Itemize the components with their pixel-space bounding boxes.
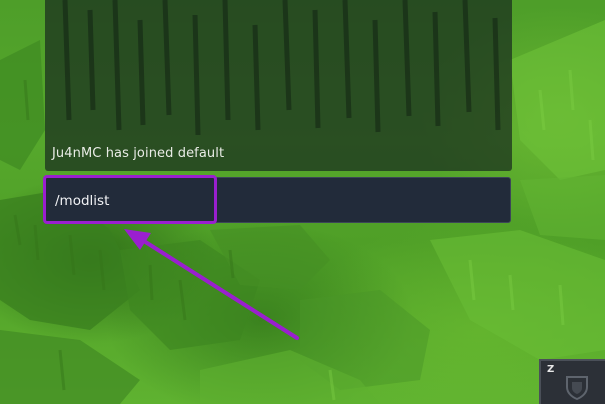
- hotbar-slot-key: Z: [547, 364, 555, 375]
- hotbar-slot[interactable]: Z: [539, 359, 605, 404]
- annotation-highlight-box: [43, 175, 217, 224]
- shield-icon: [566, 376, 588, 401]
- chat-message: Ju4nMC has joined default: [52, 146, 225, 161]
- chat-history-panel: Ju4nMC has joined default: [45, 0, 512, 171]
